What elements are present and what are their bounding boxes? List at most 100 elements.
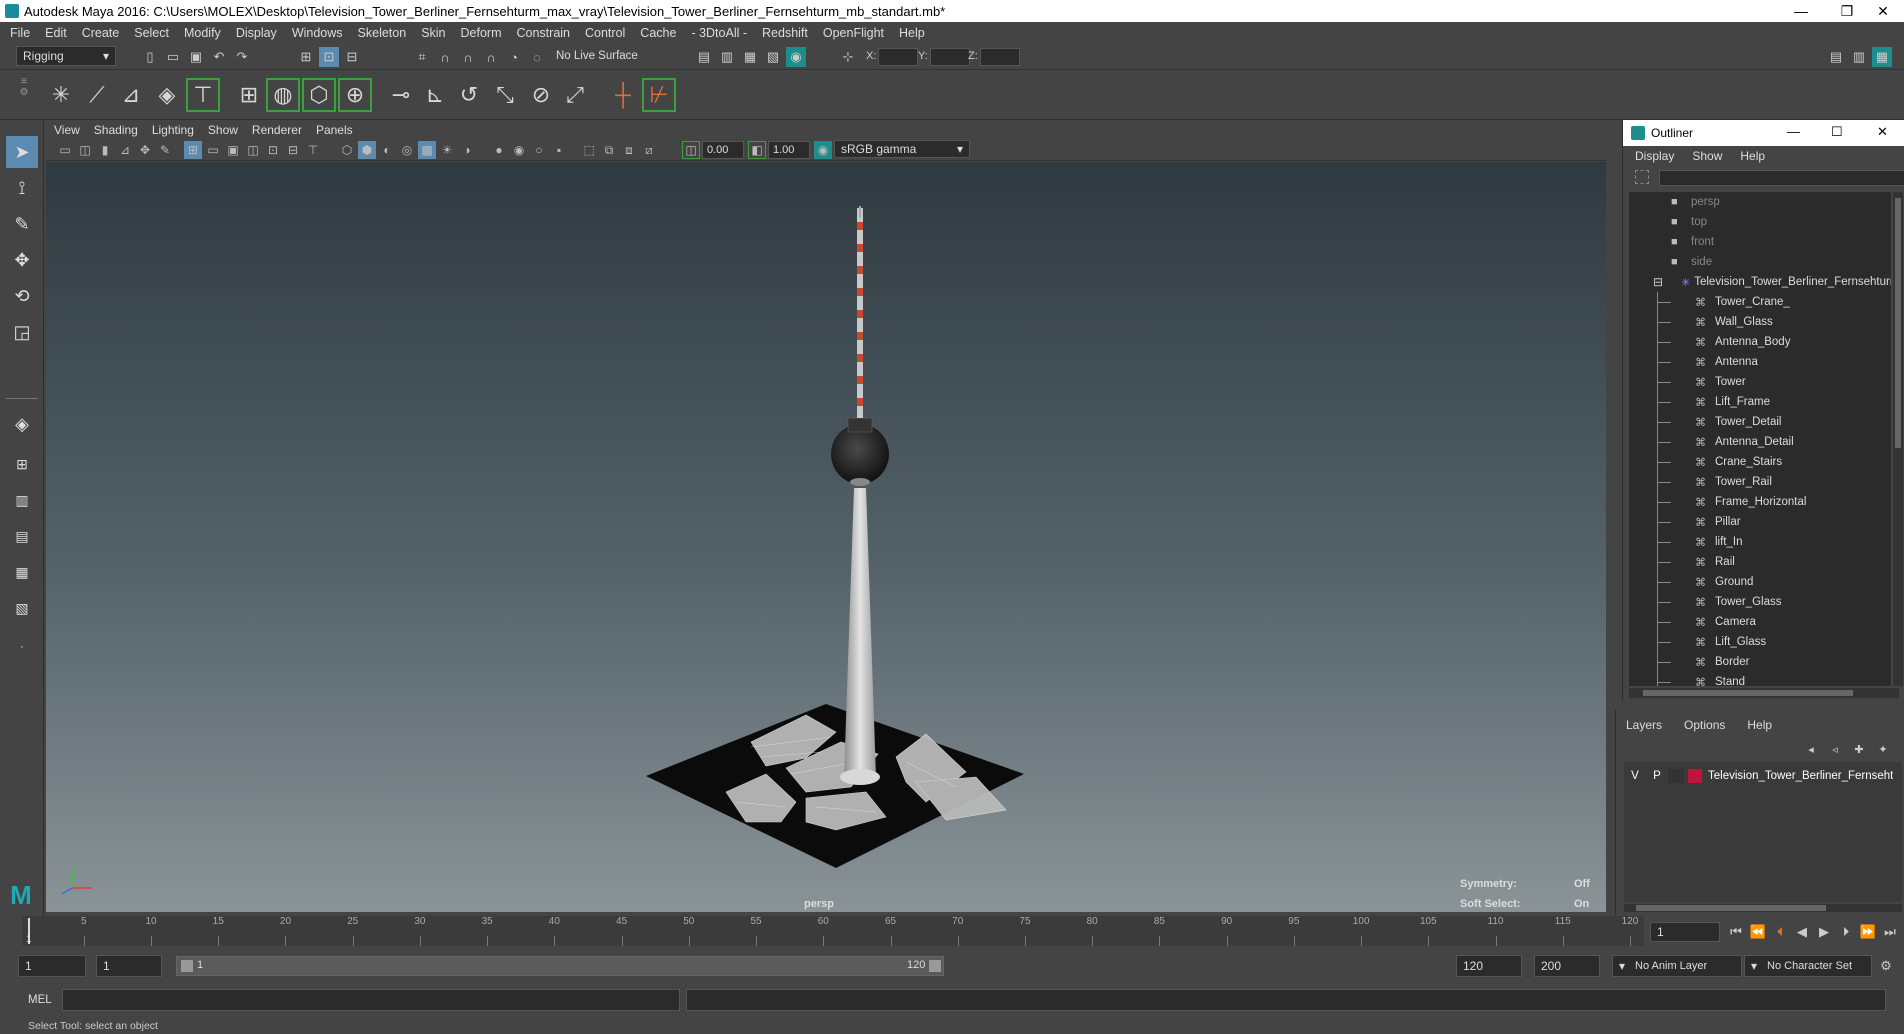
use-lights-icon[interactable]: ☀: [438, 141, 456, 159]
y-field[interactable]: [930, 48, 970, 66]
outliner-item-camera[interactable]: ■ front: [1629, 232, 1891, 252]
outliner-item-mesh[interactable]: ⌘ Ground: [1629, 572, 1891, 592]
xray-icon[interactable]: ⧉: [600, 141, 618, 159]
outliner-item-mesh[interactable]: ⌘ Wall_Glass: [1629, 312, 1891, 332]
outliner-item-mesh[interactable]: ⌘ Border: [1629, 652, 1891, 672]
outliner-item-mesh[interactable]: ⌘ Crane_Stairs: [1629, 452, 1891, 472]
menu-help[interactable]: Help: [899, 26, 925, 40]
menu-edit[interactable]: Edit: [45, 26, 67, 40]
outliner-item-mesh[interactable]: ⌘ Tower_Rail: [1629, 472, 1891, 492]
outliner-item-mesh[interactable]: ⌘ Lift_Glass: [1629, 632, 1891, 652]
panel-menu-view[interactable]: View: [54, 123, 80, 137]
panel-menu-lighting[interactable]: Lighting: [152, 123, 194, 137]
scale-tool-icon[interactable]: ◲: [6, 316, 38, 348]
resolution-gate-icon[interactable]: ▣: [224, 141, 242, 159]
outliner-item-mesh[interactable]: ⌘ Tower: [1629, 372, 1891, 392]
gamma-icon[interactable]: ◧: [748, 141, 766, 159]
camera-select-icon[interactable]: ▭: [56, 141, 74, 159]
menu-file[interactable]: File: [10, 26, 30, 40]
menu-skeleton[interactable]: Skeleton: [358, 26, 407, 40]
start-time-field[interactable]: 1: [18, 955, 86, 977]
outliner-item-mesh[interactable]: ⌘ lift_In: [1629, 532, 1891, 552]
bind-skin-icon[interactable]: ◈: [150, 78, 184, 112]
wrap-icon[interactable]: ⬡: [302, 78, 336, 112]
layer-row[interactable]: V P Television_Tower_Berliner_Fernseht: [1624, 766, 1902, 786]
film-gate-icon[interactable]: ▭: [204, 141, 222, 159]
aim-constraint-icon[interactable]: ↺: [452, 78, 486, 112]
sculpt-icon[interactable]: ⊕: [338, 78, 372, 112]
menu-select[interactable]: Select: [134, 26, 169, 40]
save-scene-icon[interactable]: ▣: [186, 47, 206, 67]
layer-type-toggle[interactable]: [1668, 769, 1684, 783]
lasso-tool-icon[interactable]: ⟟: [6, 172, 38, 204]
depth-of-field-icon[interactable]: ▪: [550, 141, 568, 159]
exposure-field[interactable]: 0.00: [702, 141, 744, 159]
outliner-item-mesh[interactable]: ⌘ Tower_Crane_: [1629, 292, 1891, 312]
outliner-item-mesh[interactable]: ⌘ Camera: [1629, 612, 1891, 632]
xray-joints-icon[interactable]: ⧈: [620, 141, 638, 159]
snap-point-icon[interactable]: ∩: [458, 47, 478, 67]
outliner-close-icon[interactable]: ✕: [1877, 124, 1888, 140]
2d-pan-zoom-icon[interactable]: ✥: [136, 141, 154, 159]
move-layer-down-icon[interactable]: ◃: [1826, 740, 1844, 758]
move-layer-up-icon[interactable]: ◂: [1802, 740, 1820, 758]
outliner-menu-show[interactable]: Show: [1692, 149, 1722, 163]
attribute-editor-icon[interactable]: ▥: [1849, 47, 1869, 67]
redo-icon[interactable]: ↷: [232, 47, 252, 67]
select-hierarchy-icon[interactable]: ⊞: [296, 47, 316, 67]
outliner-item-mesh[interactable]: ⌘ Frame_Horizontal: [1629, 492, 1891, 512]
menu-control[interactable]: Control: [585, 26, 625, 40]
step-forward-key-icon[interactable]: ⏩: [1858, 922, 1878, 942]
outliner-search-input[interactable]: [1659, 170, 1904, 186]
outliner-vscrollbar[interactable]: [1893, 192, 1903, 686]
layer-playback-toggle[interactable]: P: [1646, 770, 1668, 782]
step-back-key-icon[interactable]: ⏪: [1748, 922, 1768, 942]
outliner-item-mesh[interactable]: ⌘ Stand: [1629, 672, 1891, 686]
menu-constrain[interactable]: Constrain: [517, 26, 571, 40]
create-joint-icon[interactable]: ✳: [44, 78, 78, 112]
time-slider[interactable]: 1 5 10 15 20 25 30 35 40 45 50 55 60 65 70 75 80 85 90 95 1…: [22, 916, 1644, 946]
exposure-icon[interactable]: ◫: [682, 141, 700, 159]
menu-set-dropdown[interactable]: Rigging ▾: [16, 46, 116, 66]
outliner-filter-icon[interactable]: [1635, 170, 1649, 184]
snap-live-icon[interactable]: ◌: [527, 47, 547, 67]
grid-icon[interactable]: ⊞: [184, 141, 202, 159]
snap-view-icon[interactable]: ∩: [481, 47, 501, 67]
panel-menu-shading[interactable]: Shading: [94, 123, 138, 137]
play-forward-icon[interactable]: ▶: [1814, 922, 1834, 942]
image-plane-icon[interactable]: ⊿: [116, 141, 134, 159]
range-end-handle[interactable]: [929, 960, 941, 972]
layer-menu-help[interactable]: Help: [1747, 718, 1772, 732]
menu-modify[interactable]: Modify: [184, 26, 221, 40]
color-management-icon[interactable]: ◉: [814, 141, 832, 159]
anim-prefs-icon[interactable]: ⚙: [1876, 956, 1896, 976]
isolate-select-icon[interactable]: ⬚: [580, 141, 598, 159]
menu-windows[interactable]: Windows: [292, 26, 343, 40]
minimize-button[interactable]: —: [1778, 0, 1824, 22]
render-settings-icon[interactable]: ▧: [763, 47, 783, 67]
snap-surface-icon[interactable]: ◔: [504, 47, 524, 67]
parent-constraint-icon[interactable]: ⊘: [524, 78, 558, 112]
panel-menu-show[interactable]: Show: [208, 123, 238, 137]
xray-active-icon[interactable]: ⧄: [640, 141, 658, 159]
render-frame-icon[interactable]: ▥: [717, 47, 737, 67]
character-set-dropdown[interactable]: ▾ No Character Set: [1744, 955, 1872, 977]
orient-constraint-icon[interactable]: ⊾: [418, 78, 452, 112]
current-frame-field[interactable]: 1: [1650, 922, 1720, 942]
ik-handle-icon[interactable]: ⟋: [80, 78, 114, 112]
paint-weights-icon[interactable]: ⊤: [186, 78, 220, 112]
range-slider[interactable]: 1 120: [176, 956, 944, 976]
snap-curve-icon[interactable]: ∩: [435, 47, 455, 67]
gamma-field[interactable]: 1.00: [768, 141, 810, 159]
outliner-item-mesh[interactable]: ⌘ Pillar: [1629, 512, 1891, 532]
outliner-item-camera[interactable]: ■ side: [1629, 252, 1891, 272]
anim-layer-dropdown[interactable]: ▾ No Anim Layer: [1612, 955, 1742, 977]
wireframe-on-shaded-icon[interactable]: ◎: [398, 141, 416, 159]
menu-3dtoall[interactable]: - 3DtoAll -: [691, 26, 747, 40]
step-back-frame-icon[interactable]: ⏴: [1770, 922, 1790, 942]
x-field[interactable]: [878, 48, 918, 66]
outliner-maximize-icon[interactable]: ☐: [1831, 124, 1843, 140]
step-forward-frame-icon[interactable]: ⏵: [1836, 922, 1856, 942]
outliner-hscrollbar[interactable]: [1629, 688, 1899, 698]
locator-icon[interactable]: ┼: [606, 78, 640, 112]
